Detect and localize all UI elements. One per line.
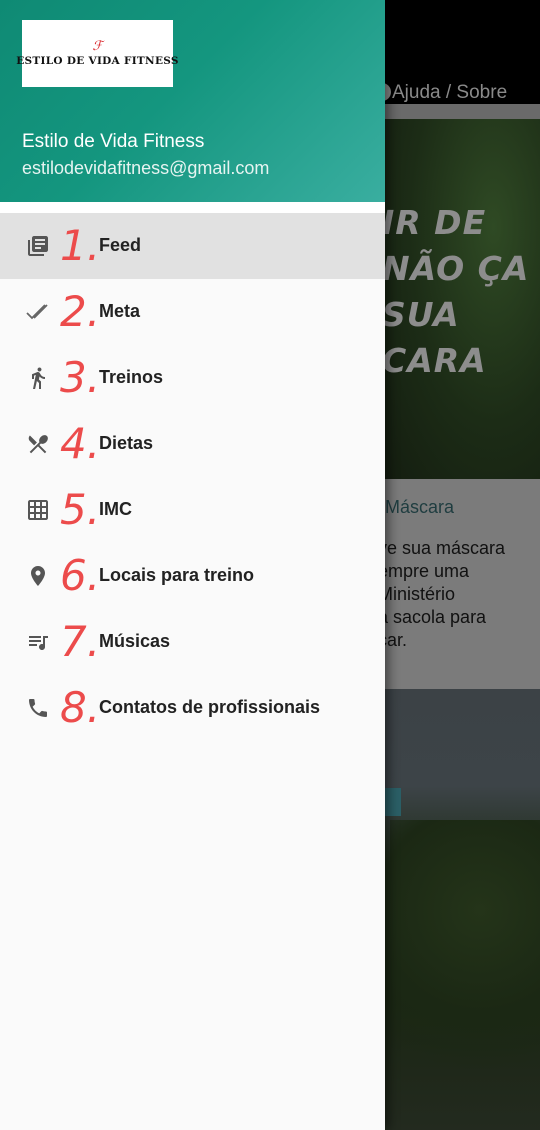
help-about-label: Ajuda / Sobre [392, 82, 508, 103]
menu-item-contatos[interactable]: 8. Contatos de profissionais [0, 675, 385, 741]
user-name: Estilo de Vida Fitness [22, 131, 205, 152]
feed-card-title: Máscara [385, 497, 455, 517]
drawer-menu: 1. Feed 2. Meta 3. Treinos 4. Dietas 5. … [0, 213, 385, 741]
feed-photo-tag [385, 788, 401, 816]
navigation-drawer: ℱ ESTILO DE VIDA FITNESS Estilo de Vida … [0, 0, 385, 1130]
menu-item-musicas[interactable]: 7. Músicas [0, 609, 385, 675]
location-pin-icon [31, 566, 45, 586]
menu-number: 1. [60, 221, 101, 270]
menu-number: 4. [60, 419, 101, 468]
help-about-link[interactable]: Ajuda / Sobre [379, 82, 507, 104]
menu-item-treinos[interactable]: 3. Treinos [0, 345, 385, 411]
menu-item-meta[interactable]: 2. Meta [0, 279, 385, 345]
utensils-icon [28, 435, 48, 454]
menu-number: 6. [60, 551, 101, 600]
drawer-header: ℱ ESTILO DE VIDA FITNESS Estilo de Vida … [0, 0, 385, 202]
menu-item-label: Treinos [99, 367, 164, 387]
background-divider [385, 104, 540, 119]
app-logo: ℱ ESTILO DE VIDA FITNESS [16, 20, 178, 87]
menu-item-feed[interactable]: 1. Feed [0, 213, 385, 279]
feed-card-body: ve sua máscara empre uma Ministério a sa… [378, 538, 506, 650]
menu-item-label: Feed [99, 235, 142, 255]
menu-item-locais[interactable]: 6. Locais para treino [0, 543, 385, 609]
logo-text: ESTILO DE VIDA FITNESS [16, 55, 179, 67]
logo-mark: ℱ [92, 38, 103, 53]
menu-number: 8. [60, 683, 101, 732]
hero-banner-text: IR DE NÃO ÇA SUA CARA [382, 203, 530, 380]
double-check-icon [26, 304, 48, 320]
menu-number: 2. [60, 287, 101, 336]
menu-number: 7. [60, 617, 101, 666]
header-divider [0, 202, 385, 213]
user-email: estilodevidafitness@gmail.com [22, 158, 270, 178]
feed-icon [28, 236, 48, 256]
phone-icon [29, 699, 47, 717]
menu-item-label: Meta [99, 301, 141, 321]
menu-item-dietas[interactable]: 4. Dietas [0, 411, 385, 477]
menu-item-label: IMC [99, 499, 132, 519]
feed-photo-trees [390, 820, 540, 1120]
menu-item-label: Dietas [99, 433, 154, 453]
menu-item-imc[interactable]: 5. IMC [0, 477, 385, 543]
menu-item-label: Contatos de profissionais [99, 697, 321, 717]
menu-number: 3. [60, 353, 101, 402]
running-icon [32, 367, 45, 389]
menu-number: 5. [60, 485, 101, 534]
grid-icon [28, 500, 48, 520]
menu-item-label: Músicas [99, 631, 171, 651]
music-list-icon [29, 636, 48, 650]
menu-item-label: Locais para treino [99, 565, 255, 585]
